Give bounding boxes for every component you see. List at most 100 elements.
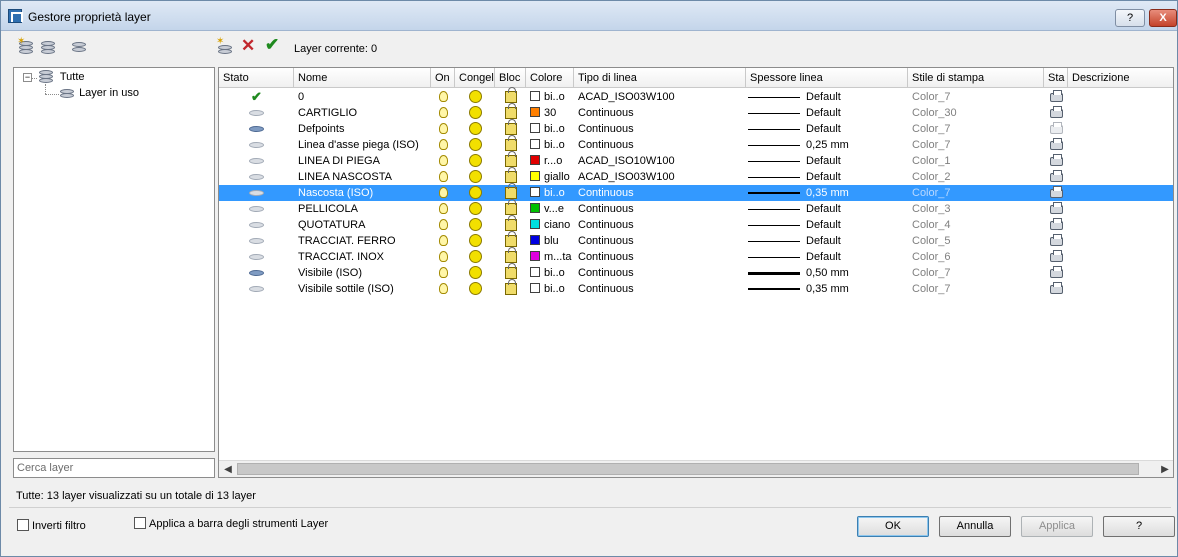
description-cell[interactable] [1072, 249, 1173, 265]
plot-style-cell[interactable]: Color_1 [912, 153, 1044, 169]
freeze-cell[interactable] [455, 137, 495, 153]
tree-node-layers-in-use[interactable]: Layer in uso [58, 87, 139, 99]
layer-name[interactable]: Linea d'asse piega (ISO) [298, 137, 431, 153]
lineweight-cell[interactable]: 0,35 mm [748, 185, 908, 201]
lineweight-cell[interactable]: Default [748, 249, 908, 265]
color-cell[interactable]: bi..o [530, 281, 574, 297]
freeze-cell[interactable] [455, 201, 495, 217]
layer-name[interactable]: 0 [298, 89, 431, 105]
delete-layer-icon[interactable]: ✕ [241, 36, 255, 56]
scroll-left-icon[interactable]: ◀ [220, 462, 236, 477]
plot-cell[interactable] [1044, 89, 1068, 105]
plot-style-cell[interactable]: Color_7 [912, 185, 1044, 201]
color-cell[interactable]: 30 [530, 105, 574, 121]
plot-cell[interactable] [1044, 265, 1068, 281]
freeze-cell[interactable] [455, 105, 495, 121]
plot-style-cell[interactable]: Color_6 [912, 249, 1044, 265]
layer-name[interactable]: PELLICOLA [298, 201, 431, 217]
table-row[interactable]: Visibile (ISO) bi..o Continuous 0,50 mm Colo… [219, 263, 1173, 281]
layer-name[interactable]: TRACCIAT. INOX [298, 249, 431, 265]
close-button[interactable]: X [1149, 9, 1177, 27]
color-cell[interactable]: bi..o [530, 185, 574, 201]
on-cell[interactable] [431, 249, 455, 265]
lineweight-cell[interactable]: Default [748, 121, 908, 137]
table-row[interactable]: Nascosta (ISO) bi..o Continuous 0,35 mm Colo… [219, 183, 1173, 201]
on-cell[interactable] [431, 121, 455, 137]
on-cell[interactable] [431, 281, 455, 297]
layer-name[interactable]: LINEA DI PIEGA [298, 153, 431, 169]
status-cell[interactable] [219, 281, 294, 297]
plot-style-cell[interactable]: Color_7 [912, 281, 1044, 297]
linetype-cell[interactable]: ACAD_ISO03W100 [578, 169, 746, 185]
linetype-cell[interactable]: Continuous [578, 185, 746, 201]
layer-name[interactable]: LINEA NASCOSTA [298, 169, 431, 185]
col-plot-style[interactable]: Stile di stampa [908, 68, 1044, 88]
plot-style-cell[interactable]: Color_2 [912, 169, 1044, 185]
ok-button[interactable]: OK [857, 516, 929, 537]
tree-node-all[interactable]: Tutte [37, 70, 85, 84]
plot-style-cell[interactable]: Color_7 [912, 89, 1044, 105]
freeze-cell[interactable] [455, 281, 495, 297]
col-linetype[interactable]: Tipo di linea [574, 68, 746, 88]
linetype-cell[interactable]: Continuous [578, 249, 746, 265]
linetype-cell[interactable]: Continuous [578, 281, 746, 297]
plot-cell[interactable] [1044, 233, 1068, 249]
description-cell[interactable] [1072, 265, 1173, 281]
layer-name[interactable]: Visibile (ISO) [298, 265, 431, 281]
description-cell[interactable] [1072, 217, 1173, 233]
on-cell[interactable] [431, 201, 455, 217]
on-cell[interactable] [431, 217, 455, 233]
layer-grid[interactable]: Stato Nome On Congel Bloc Colore Tipo di… [218, 67, 1174, 478]
description-cell[interactable] [1072, 169, 1173, 185]
on-cell[interactable] [431, 233, 455, 249]
linetype-cell[interactable]: Continuous [578, 105, 746, 121]
table-row[interactable]: ✔ 0 bi..o ACAD_ISO03W100 Default Color_7 [219, 87, 1173, 105]
status-cell[interactable] [219, 185, 294, 201]
freeze-cell[interactable] [455, 185, 495, 201]
description-cell[interactable] [1072, 201, 1173, 217]
plot-cell[interactable] [1044, 281, 1068, 297]
plot-style-cell[interactable]: Color_7 [912, 121, 1044, 137]
plot-cell[interactable] [1044, 217, 1068, 233]
status-cell[interactable] [219, 137, 294, 153]
plot-cell[interactable] [1044, 169, 1068, 185]
plot-cell[interactable] [1044, 153, 1068, 169]
plot-style-cell[interactable]: Color_4 [912, 217, 1044, 233]
table-row[interactable]: PELLICOLA v...e Continuous Default Color_3 [219, 199, 1173, 217]
lineweight-cell[interactable]: Default [748, 233, 908, 249]
cancel-button[interactable]: Annulla [939, 516, 1011, 537]
freeze-cell[interactable] [455, 89, 495, 105]
invert-filter-checkbox[interactable] [17, 519, 29, 531]
col-freeze[interactable]: Congel [455, 68, 495, 88]
on-cell[interactable] [431, 153, 455, 169]
title-help-button[interactable]: ? [1115, 9, 1145, 27]
layer-name[interactable]: Nascosta (ISO) [298, 185, 431, 201]
color-cell[interactable]: blu [530, 233, 574, 249]
layer-name[interactable]: TRACCIAT. FERRO [298, 233, 431, 249]
lock-cell[interactable] [495, 279, 526, 297]
layer-name[interactable]: CARTIGLIO [298, 105, 431, 121]
table-row[interactable]: CARTIGLIO 30 Continuous Default Color_30 [219, 103, 1173, 121]
collapse-toggle-icon[interactable]: − [23, 73, 32, 82]
status-cell[interactable] [219, 153, 294, 169]
status-cell[interactable] [219, 105, 294, 121]
freeze-cell[interactable] [455, 121, 495, 137]
col-description[interactable]: Descrizione [1068, 68, 1173, 88]
color-cell[interactable]: ciano [530, 217, 574, 233]
color-cell[interactable]: giallo [530, 169, 574, 185]
scroll-right-icon[interactable]: ▶ [1157, 462, 1173, 477]
plot-cell[interactable] [1044, 121, 1068, 137]
lineweight-cell[interactable]: Default [748, 89, 908, 105]
linetype-cell[interactable]: ACAD_ISO10W100 [578, 153, 746, 169]
description-cell[interactable] [1072, 89, 1173, 105]
status-cell[interactable]: ✔ [219, 89, 294, 105]
linetype-cell[interactable]: Continuous [578, 121, 746, 137]
col-lock[interactable]: Bloc [495, 68, 526, 88]
filter-tree[interactable]: − Tutte Layer in uso [13, 67, 215, 452]
apply-toolbar-checkbox[interactable] [134, 517, 146, 529]
layer-name[interactable]: Defpoints [298, 121, 431, 137]
description-cell[interactable] [1072, 137, 1173, 153]
linetype-cell[interactable]: Continuous [578, 233, 746, 249]
color-cell[interactable]: bi..o [530, 121, 574, 137]
table-row[interactable]: QUOTATURA ciano Continuous Default Color_4 [219, 215, 1173, 233]
